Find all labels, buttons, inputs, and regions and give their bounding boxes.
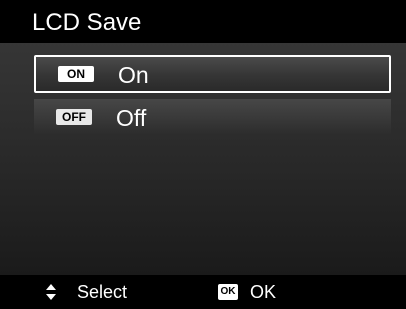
up-down-arrows-icon	[46, 284, 56, 300]
page-title: LCD Save	[32, 9, 142, 36]
footer-bar: Select OK OK	[0, 275, 406, 309]
ok-button-icon: OK	[218, 284, 238, 300]
footer-select-label: Select	[77, 282, 128, 302]
lcd-save-menu-screen: LCD Save ON On OFF Off Select OK OK	[0, 0, 406, 309]
footer-ok-label: OK	[250, 282, 277, 302]
on-badge-icon: ON	[58, 66, 94, 82]
off-badge-icon: OFF	[56, 109, 92, 125]
option-on[interactable]: ON On	[34, 55, 391, 93]
title-bar: LCD Save	[0, 0, 406, 43]
option-off-label: Off	[116, 105, 147, 131]
option-off[interactable]: OFF Off	[34, 99, 391, 135]
option-on-label: On	[118, 62, 149, 88]
